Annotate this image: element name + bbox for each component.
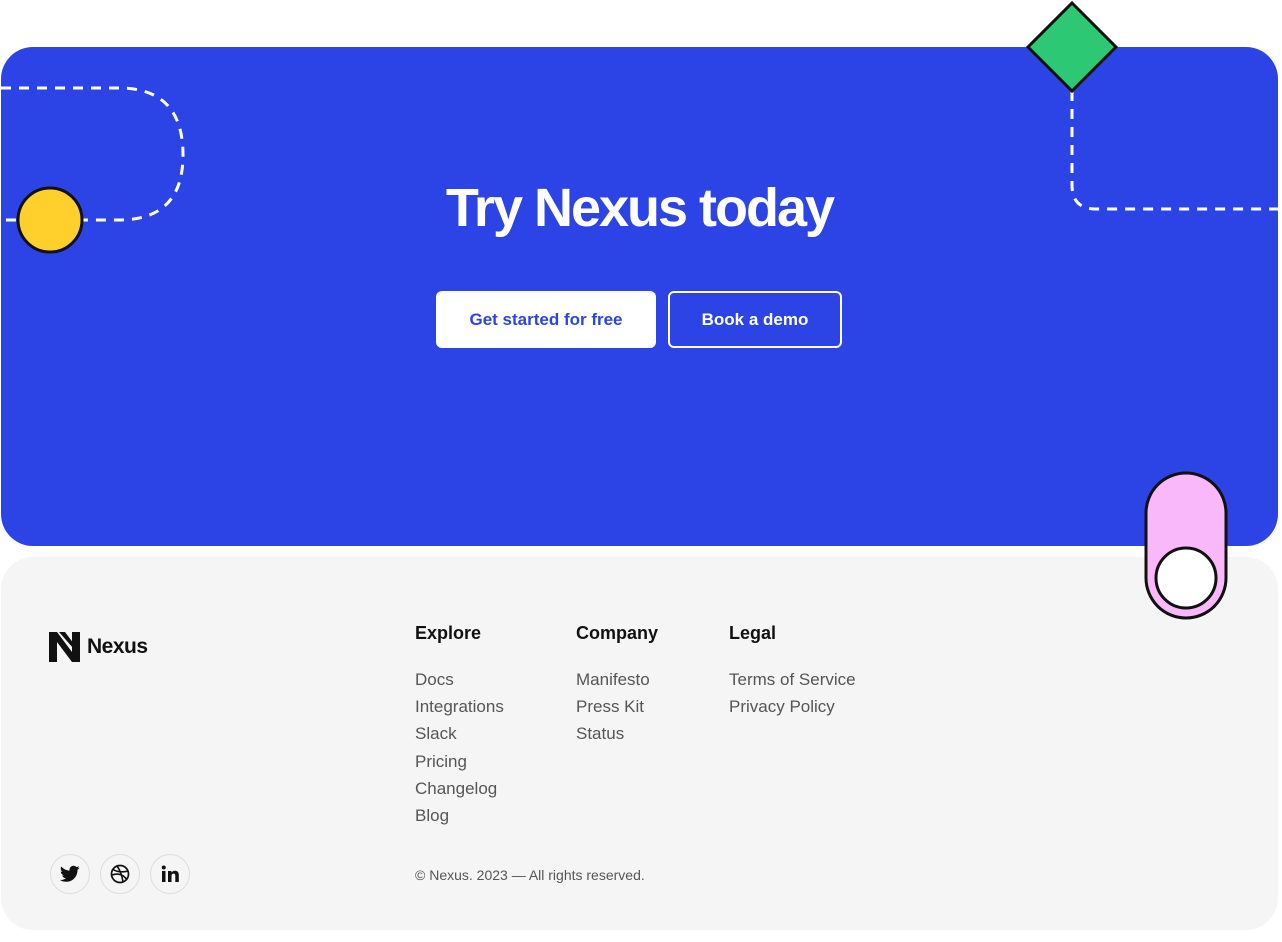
footer-link-blog[interactable]: Blog (415, 802, 504, 829)
cta-banner: Try Nexus today Get started for free Boo… (1, 47, 1278, 546)
book-demo-button[interactable]: Book a demo (668, 291, 842, 348)
nexus-logo-icon (49, 632, 80, 662)
twitter-icon[interactable] (50, 854, 90, 894)
footer-link-docs[interactable]: Docs (415, 666, 504, 693)
dribbble-icon[interactable] (100, 854, 140, 894)
footer-link-press-kit[interactable]: Press Kit (576, 693, 658, 720)
footer-link-status[interactable]: Status (576, 720, 658, 747)
column-heading-legal: Legal (729, 623, 777, 643)
footer-column-explore: Explore Docs Integrations Slack Pricing … (415, 623, 504, 829)
footer-logo[interactable]: Nexus (49, 632, 148, 662)
footer-column-legal: Legal Terms of Service Privacy Policy (729, 623, 856, 720)
footer-link-terms[interactable]: Terms of Service (729, 666, 856, 693)
footer-link-pricing[interactable]: Pricing (415, 748, 504, 775)
footer-link-changelog[interactable]: Changelog (415, 775, 504, 802)
brand-name: Nexus (87, 635, 148, 658)
footer-link-integrations[interactable]: Integrations (415, 693, 504, 720)
footer-column-company: Company Manifesto Press Kit Status (576, 623, 658, 748)
footer-link-privacy[interactable]: Privacy Policy (729, 693, 856, 720)
copyright-text: © Nexus. 2023 — All rights reserved. (415, 867, 645, 883)
cta-title: Try Nexus today (445, 178, 835, 238)
linkedin-icon[interactable] (150, 854, 190, 894)
column-heading-explore: Explore (415, 623, 482, 643)
social-links (50, 854, 190, 894)
column-heading-company: Company (576, 623, 659, 643)
footer-link-slack[interactable]: Slack (415, 720, 504, 747)
get-started-button[interactable]: Get started for free (436, 291, 656, 348)
footer: Nexus Explore Docs Integrations Slack Pr… (1, 557, 1278, 930)
footer-link-manifesto[interactable]: Manifesto (576, 666, 658, 693)
